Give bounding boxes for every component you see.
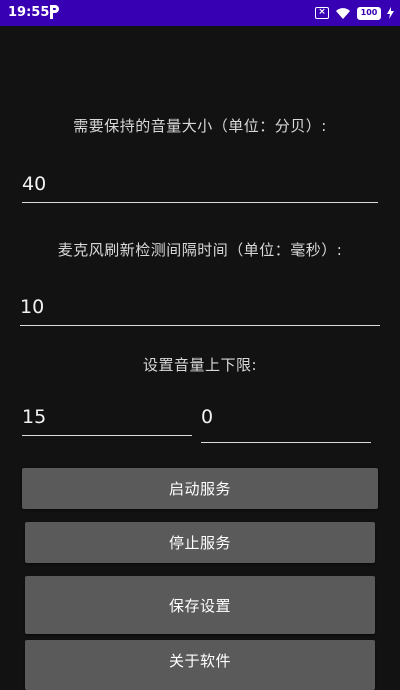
status-bar: 19:55 × 100 (0, 0, 400, 26)
upper-limit-input[interactable]: 15 (22, 400, 192, 436)
close-box-icon: × (315, 7, 329, 19)
limits-label: 设置音量上下限: (142, 356, 258, 374)
p-icon (50, 5, 59, 19)
interval-input-value: 10 (20, 296, 45, 318)
volume-label: 需要保持的音量大小（单位：分贝）: (73, 117, 327, 135)
about-button[interactable]: 关于软件 (25, 640, 375, 690)
volume-input[interactable]: 40 (22, 168, 378, 203)
lower-limit-input[interactable]: 0 (201, 400, 371, 443)
status-time: 19:55 (8, 5, 50, 20)
wifi-icon (336, 7, 350, 19)
lower-limit-value: 0 (201, 406, 214, 428)
interval-input[interactable]: 10 (20, 291, 380, 326)
charging-bolt-icon (387, 7, 394, 19)
battery-icon: 100 (357, 6, 381, 20)
upper-limit-value: 15 (22, 406, 47, 428)
interval-label: 麦克风刷新检测间隔时间（单位：毫秒）: (57, 241, 343, 259)
start-service-button[interactable]: 启动服务 (22, 468, 378, 509)
volume-input-value: 40 (22, 173, 47, 195)
stop-service-button[interactable]: 停止服务 (25, 522, 375, 563)
save-settings-button[interactable]: 保存设置 (25, 576, 375, 634)
